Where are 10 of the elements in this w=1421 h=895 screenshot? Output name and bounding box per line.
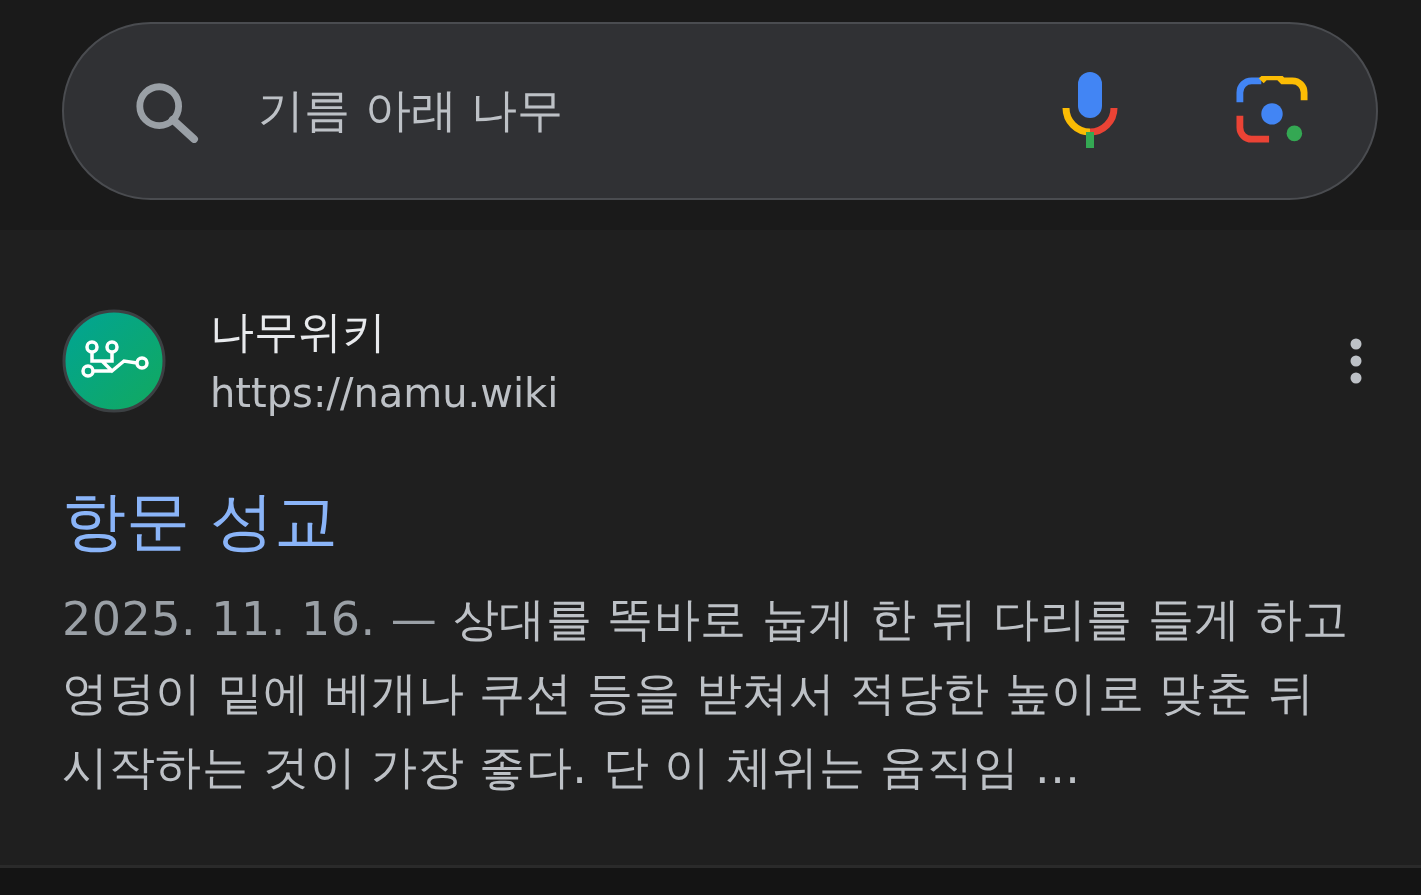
site-name[interactable]: 나무위키 — [210, 300, 1349, 364]
microphone-icon[interactable] — [1062, 72, 1118, 150]
search-query: 기름 아래 나무 — [258, 82, 565, 139]
result-title-link[interactable]: 항문 성교 — [62, 476, 339, 566]
result-snippet: 2025. 11. 16. — 상대를 똑바로 눕게 한 뒤 다리를 들게 하고 엉덩이 밑에 베개나 쿠션 등을 받쳐서 적당한 높이로 맞춘 뒤 시작하는 것이 가장 좋다. 단 이 체위는 움직임 ... — [62, 591, 1350, 796]
camera-icon[interactable] — [1236, 76, 1308, 146]
site-url[interactable]: https://namu.wiki — [210, 364, 1349, 422]
search-bar[interactable]: 기름 아래 나무 — [62, 22, 1378, 200]
more-options-icon[interactable] — [1349, 338, 1363, 384]
site-logo-icon — [62, 309, 166, 413]
